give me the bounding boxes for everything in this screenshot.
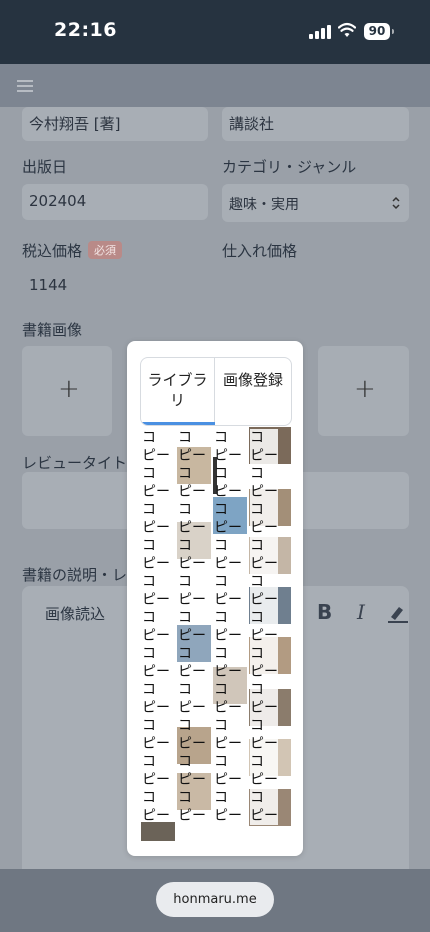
highlighter-icon[interactable] xyxy=(387,603,409,623)
thumbnail-column: コ ピー コ ピー コ ピー コ ピー コ ピー コ ピー コ ピー コ ピー … xyxy=(177,427,211,841)
author-value: 今村翔吾 [著] xyxy=(29,115,121,133)
price-field[interactable]: 1144 xyxy=(22,268,208,302)
plus-icon: + xyxy=(58,374,80,404)
publish-date-field[interactable]: 202404 xyxy=(22,184,208,220)
cost-label: 仕入れ価格 xyxy=(222,242,298,260)
image-read-button[interactable]: 画像読込 xyxy=(45,603,105,624)
publish-date-value: 202404 xyxy=(29,192,87,210)
tab-library[interactable]: ライブラリ xyxy=(141,358,215,425)
plus-icon: + xyxy=(354,374,376,404)
copy-label[interactable]: コ ピー コ ピー コ ピー コ ピー コ ピー コ ピー コ ピー コ ピー … xyxy=(178,429,206,825)
wifi-icon xyxy=(338,22,356,37)
thumbnail-column: コ ピー コ ピー コ ピー コ ピー コ ピー コ ピー コ ピー コ ピー … xyxy=(213,427,247,841)
tab-image-register[interactable]: 画像登録 xyxy=(215,358,291,425)
battery-indicator: 90 xyxy=(364,23,394,40)
price-label-text: 税込価格 xyxy=(22,242,83,260)
required-badge: 必須 xyxy=(88,241,123,259)
url-pill[interactable]: honmaru.me xyxy=(156,882,274,917)
cost-field[interactable] xyxy=(222,268,409,302)
bold-button[interactable]: B xyxy=(317,600,332,624)
category-label: カテゴリ・ジャンル xyxy=(222,158,357,176)
category-value: 趣味・実用 xyxy=(229,197,299,213)
thumbnail[interactable] xyxy=(141,822,175,841)
app-header xyxy=(0,64,430,107)
modal-tabs: ライブラリ 画像登録 xyxy=(140,357,292,426)
status-bar: 22:16 90 xyxy=(0,0,430,64)
publisher-field[interactable]: 講談社 xyxy=(222,107,409,141)
chevron-updown-icon xyxy=(392,196,400,210)
copy-label[interactable]: コ ピー コ ピー コ ピー コ ピー コ ピー コ ピー コ ピー コ ピー … xyxy=(142,429,170,825)
price-value: 1144 xyxy=(29,276,68,294)
image-slot-4[interactable]: + xyxy=(318,346,409,436)
publisher-value: 講談社 xyxy=(229,115,275,133)
publish-date-label: 出版日 xyxy=(22,158,68,176)
menu-icon[interactable] xyxy=(17,80,33,92)
thumbnail-column: コ ピー コ ピー コ ピー コ ピー コ ピー コ ピー コ ピー コ ピー … xyxy=(249,427,291,841)
library-thumbnail-grid: コ ピー コ ピー コ ピー コ ピー コ ピー コ ピー コ ピー コ ピー … xyxy=(141,427,291,841)
author-field[interactable]: 今村翔吾 [著] xyxy=(22,107,208,141)
status-time: 22:16 xyxy=(54,19,117,41)
signal-icon xyxy=(309,24,331,39)
italic-button[interactable]: I xyxy=(357,600,365,624)
copy-label[interactable]: コ ピー コ ピー コ ピー コ ピー コ ピー コ ピー コ ピー コ ピー … xyxy=(214,429,242,825)
book-image-label: 書籍画像 xyxy=(22,321,83,339)
copy-label[interactable]: コ ピー コ ピー コ ピー コ ピー コ ピー コ ピー コ ピー コ ピー … xyxy=(250,429,278,825)
thumbnail-column: コ ピー コ ピー コ ピー コ ピー コ ピー コ ピー コ ピー コ ピー … xyxy=(141,427,175,841)
price-label: 税込価格 必須 xyxy=(22,240,123,261)
image-slot-1[interactable]: + xyxy=(22,346,112,436)
review-title-label: レビュータイトル xyxy=(22,454,143,472)
category-select[interactable]: 趣味・実用 xyxy=(222,184,409,222)
image-picker-modal: ライブラリ 画像登録 コ ピー コ ピー コ ピー コ ピー コ ピー コ ピー… xyxy=(127,341,303,856)
